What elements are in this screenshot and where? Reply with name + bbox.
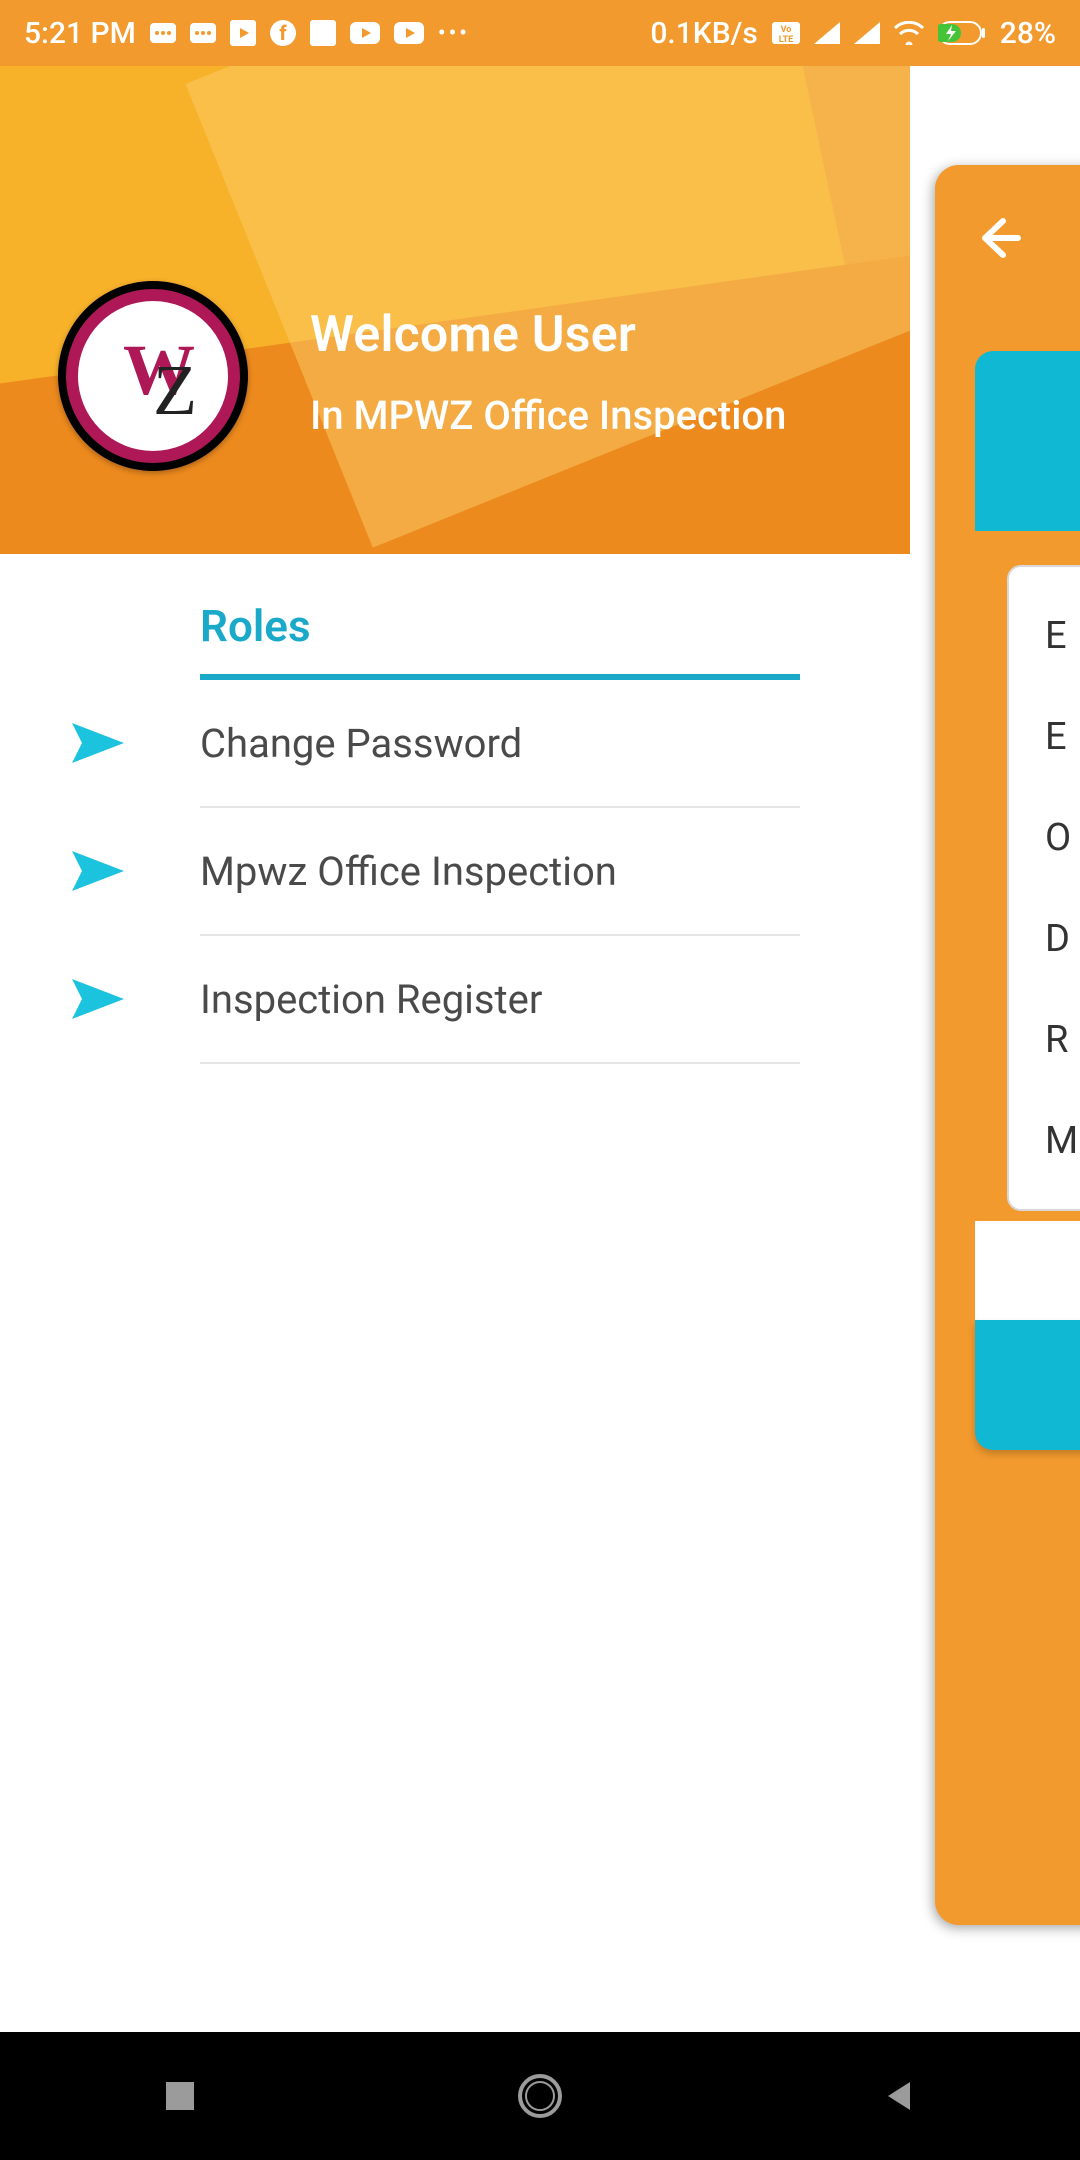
youtube-icon	[350, 22, 380, 44]
welcome-title: Welcome User	[310, 306, 786, 364]
send-arrow-icon	[70, 843, 126, 899]
signal-sim1-icon	[814, 22, 840, 44]
notification-app-icon	[310, 20, 336, 46]
under-card-header	[975, 351, 1080, 531]
status-bar-left: 5:21 PM f •••	[24, 16, 470, 51]
status-bar: 5:21 PM f ••• 0.1KB/s VoLTE 28%	[0, 0, 1080, 66]
svg-text:Z: Z	[153, 350, 197, 430]
facebook-icon: f	[270, 20, 296, 46]
drawer-titles: Welcome User In MPWZ Office Inspection	[310, 306, 786, 439]
status-bar-right: 0.1KB/s VoLTE 28%	[650, 16, 1056, 51]
roles-section-header: Roles	[200, 600, 800, 680]
under-submit-button[interactable]	[975, 1320, 1080, 1450]
data-rate: 0.1KB/s	[650, 16, 757, 51]
nav-back-button[interactable]	[873, 2069, 927, 2123]
system-nav-bar	[0, 2032, 1080, 2160]
nav-recent-button[interactable]	[153, 2069, 207, 2123]
menu-item-label: Inspection Register	[200, 976, 542, 1023]
roles-label: Roles	[200, 600, 311, 652]
svg-text:f: f	[279, 21, 287, 45]
under-field-4[interactable]: R	[1045, 989, 1080, 1090]
under-field-3[interactable]: D	[1045, 888, 1080, 989]
svg-text:Vo: Vo	[780, 25, 791, 35]
menu-item-label: Mpwz Office Inspection	[200, 848, 617, 895]
under-body: E E O D R M	[935, 315, 1080, 1925]
under-field-2[interactable]: O	[1045, 787, 1080, 888]
welcome-subtitle: In MPWZ Office Inspection	[310, 392, 786, 439]
drawer-header: W Z Welcome User In MPWZ Office Inspecti…	[0, 66, 910, 554]
notification-sms-icon	[150, 20, 176, 46]
battery-icon	[938, 21, 986, 45]
under-form-card: E E O D R M	[1007, 565, 1080, 1211]
send-arrow-icon	[70, 715, 126, 771]
drawer-body: Roles Change Password Mpwz Office Inspec…	[0, 600, 910, 1064]
menu-item-label: Change Password	[200, 720, 522, 767]
menu-item-office-inspection[interactable]: Mpwz Office Inspection	[200, 808, 800, 936]
app-logo-avatar: W Z	[58, 281, 248, 471]
under-toolbar	[935, 165, 1080, 315]
menu-item-change-password[interactable]: Change Password	[200, 680, 800, 808]
navigation-drawer: W Z Welcome User In MPWZ Office Inspecti…	[0, 66, 910, 2032]
under-field-1[interactable]: E	[1045, 686, 1080, 787]
wifi-icon	[894, 21, 924, 45]
menu-item-inspection-register[interactable]: Inspection Register	[200, 936, 800, 1064]
battery-percent: 28%	[1000, 16, 1056, 51]
volte-icon: VoLTE	[772, 22, 800, 44]
status-time: 5:21 PM	[24, 16, 136, 51]
youtube-icon-2	[394, 22, 424, 44]
back-arrow-icon[interactable]	[973, 213, 1023, 267]
overflow-dots-icon: •••	[438, 21, 470, 46]
send-arrow-icon	[70, 971, 126, 1027]
under-screen-panel: E E O D R M	[935, 165, 1080, 1925]
under-field-5[interactable]: M	[1045, 1090, 1080, 1191]
under-field-0[interactable]: E	[1045, 585, 1080, 686]
under-card-gap	[975, 1221, 1080, 1321]
notification-sms-icon-2	[190, 20, 216, 46]
nav-home-button[interactable]	[513, 2069, 567, 2123]
notification-video-icon	[230, 20, 256, 46]
svg-text:LTE: LTE	[779, 35, 794, 44]
signal-sim2-icon	[854, 22, 880, 44]
